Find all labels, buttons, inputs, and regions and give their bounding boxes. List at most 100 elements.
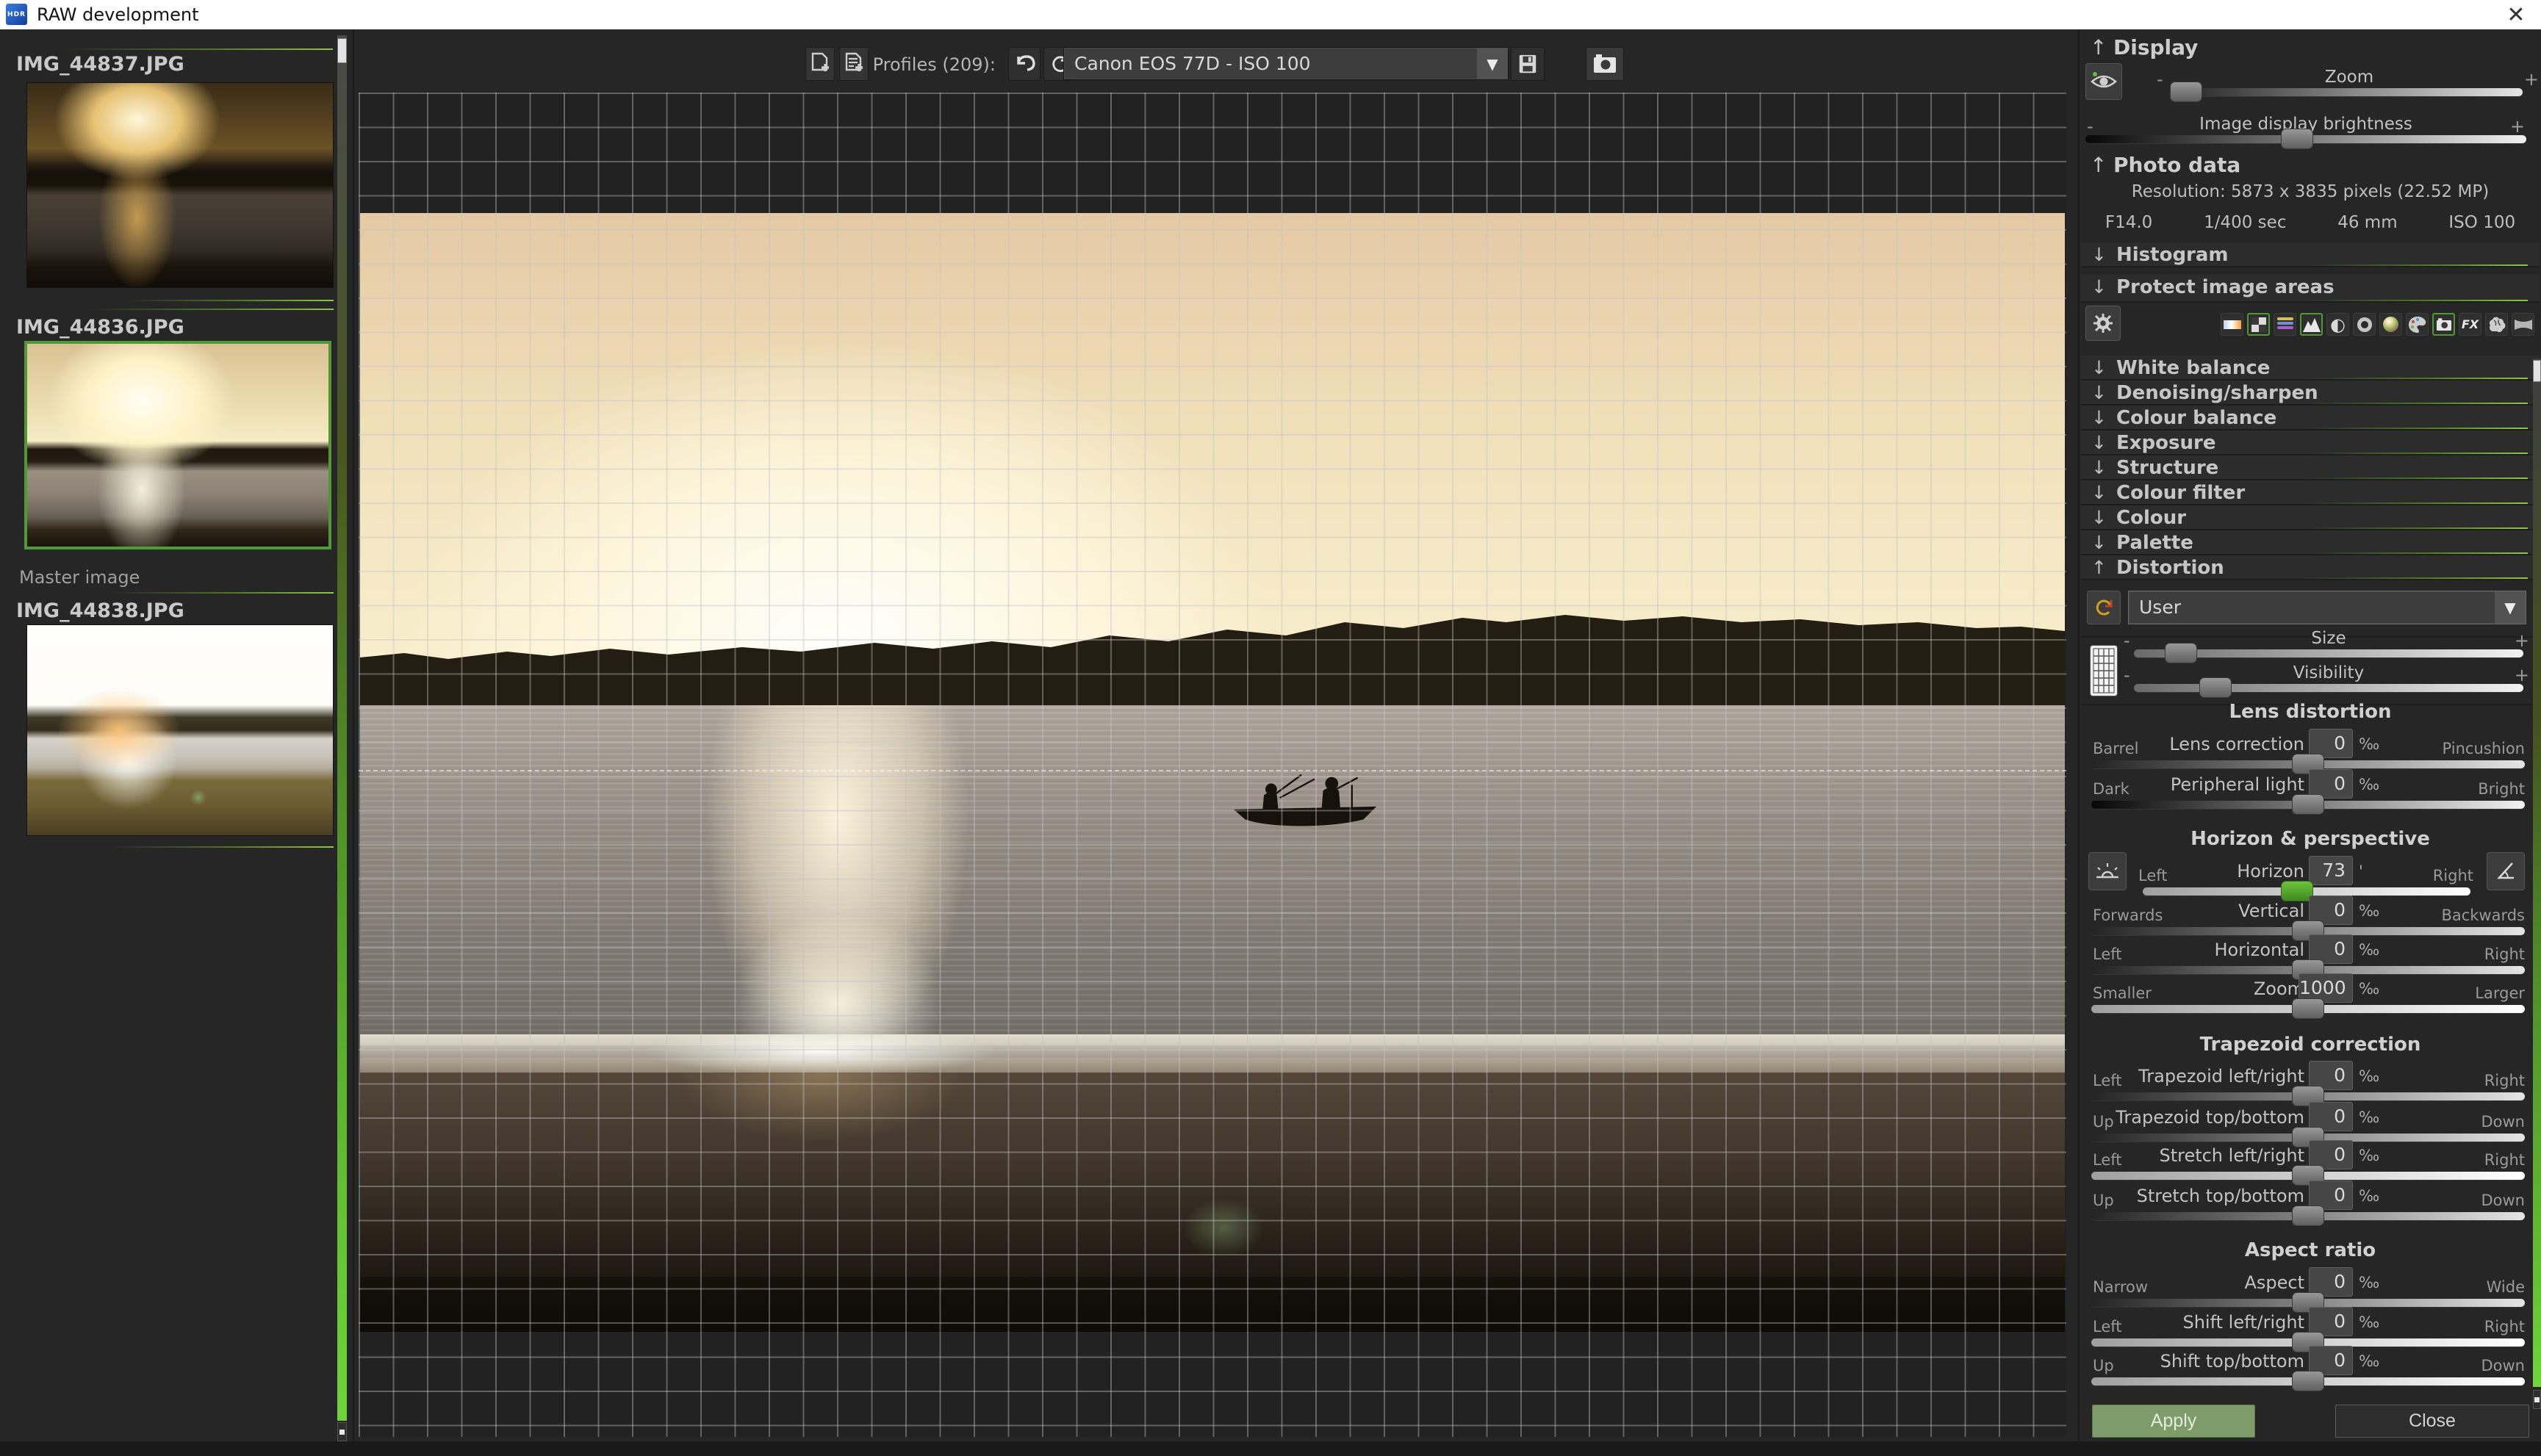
structure-tool-icon[interactable]: ◐ (2326, 313, 2349, 336)
add-profile-button[interactable] (805, 47, 835, 81)
shift-tb-track[interactable] (2091, 1377, 2525, 1385)
section-colour-filter[interactable]: ↓ Colour filter (2081, 480, 2540, 505)
denoise-tool-icon[interactable] (2247, 313, 2270, 336)
panorama-tool-icon[interactable] (2512, 313, 2534, 336)
peripheral-light-track[interactable] (2091, 801, 2525, 809)
shift-lr-track[interactable] (2091, 1338, 2525, 1347)
trapezoid-lr-track[interactable] (2091, 1092, 2525, 1100)
collapse-arrow-icon: ↑ (2090, 35, 2113, 60)
display-section-header[interactable]: ↑Display (2090, 35, 2198, 60)
separator (110, 846, 334, 848)
visibility-slider-thumb[interactable] (2199, 677, 2232, 698)
distortion-preset-select[interactable]: User ▼ (2128, 591, 2526, 624)
save-profile-button[interactable] (1511, 47, 1545, 81)
peripheral-light-thumb[interactable] (2292, 794, 2324, 815)
size-slider-track[interactable] (2134, 649, 2523, 657)
protect-areas-section-header[interactable]: ↓ Protect image areas (2081, 275, 2540, 303)
grid-preview-button[interactable] (2090, 645, 2118, 696)
horizon-auto-button[interactable] (2088, 852, 2127, 890)
lens-correction-track[interactable] (2091, 760, 2525, 768)
camera-icon (1592, 53, 1617, 75)
trapezoid-tb-track[interactable] (2091, 1134, 2525, 1142)
collapse-arrow-icon: ↓ (2091, 457, 2107, 478)
undo-profile-button[interactable] (1008, 47, 1041, 81)
add-profile-list-button[interactable] (839, 47, 869, 81)
window-close-button[interactable]: ✕ (2501, 1, 2531, 28)
horizon-angle-tool-button[interactable] (2487, 852, 2525, 890)
colour-filter-tool-icon[interactable] (2353, 313, 2376, 336)
ai-tool-icon[interactable] (2485, 313, 2508, 336)
panel-scroll-down-button[interactable] (2533, 1390, 2541, 1409)
palette-icon (2408, 316, 2427, 334)
zoom-plus[interactable]: + (2524, 69, 2539, 90)
image-preview-canvas[interactable] (359, 93, 2066, 1437)
zoom-slider-label: Zoom (2176, 68, 2523, 87)
section-distortion[interactable]: ↑ Distortion (2081, 555, 2540, 580)
vertical-track[interactable] (2091, 927, 2525, 935)
profile-select[interactable]: Canon EOS 77D - ISO 100 ▼ (1063, 47, 1509, 80)
section-exposure[interactable]: ↓ Exposure (2081, 430, 2540, 455)
perspective-zoom-track[interactable] (2091, 1005, 2525, 1013)
histogram-section-header[interactable]: ↓ Histogram (2081, 242, 2540, 267)
section-colour-balance[interactable]: ↓ Colour balance (2081, 406, 2540, 430)
apply-button[interactable]: Apply (2092, 1405, 2255, 1438)
distortion-tool-icon[interactable] (2432, 313, 2455, 336)
size-minus[interactable]: - (2124, 630, 2130, 651)
thumbnail-image-44838[interactable] (26, 624, 334, 836)
photo-data-section-header[interactable]: ↑Photo data (2090, 153, 2240, 177)
stretch-tb-track[interactable] (2091, 1212, 2525, 1220)
thumbnail-image-44837[interactable] (26, 82, 334, 288)
section-structure[interactable]: ↓ Structure (2081, 455, 2540, 480)
brightness-slider-track[interactable] (2085, 135, 2526, 143)
reset-distortion-button[interactable] (2087, 591, 2121, 624)
section-palette[interactable]: ↓ Palette (2081, 530, 2540, 555)
perspective-zoom-thumb[interactable] (2292, 998, 2324, 1019)
palette-tool-icon[interactable] (2406, 313, 2429, 336)
horizon-value[interactable]: 73 (2309, 856, 2353, 885)
size-plus[interactable]: + (2515, 630, 2529, 651)
denoise-icon (2251, 317, 2266, 332)
sidebar-scrollbar-thumb[interactable] (337, 38, 347, 63)
stretch-tb-thumb[interactable] (2292, 1205, 2324, 1226)
camera-button[interactable] (1586, 47, 1624, 81)
white-balance-tool-icon[interactable] (2221, 313, 2243, 336)
stretch-lr-track[interactable] (2091, 1172, 2525, 1180)
aspect-track[interactable] (2091, 1299, 2525, 1307)
preview-eye-button[interactable] (2085, 63, 2122, 100)
visibility-minus[interactable]: - (2124, 665, 2130, 685)
fx-tool-icon[interactable]: FX (2459, 313, 2481, 336)
section-colour[interactable]: ↓ Colour (2081, 505, 2540, 530)
zoom-minus[interactable]: - (2157, 69, 2163, 90)
zoom-slider-thumb[interactable] (2170, 82, 2202, 102)
panel-scrollbar-thumb[interactable] (2533, 360, 2541, 382)
visibility-slider-track[interactable] (2134, 684, 2523, 692)
brightness-plus[interactable]: + (2510, 116, 2525, 137)
colour-tool-icon[interactable] (2379, 313, 2402, 336)
settings-button[interactable] (2085, 306, 2121, 341)
close-button[interactable]: Close (2335, 1405, 2529, 1438)
shift-tb-thumb[interactable] (2292, 1371, 2324, 1391)
brightness-slider-row: - Image display brightness + (2085, 115, 2526, 150)
visibility-plus[interactable]: + (2515, 665, 2529, 685)
separator (2307, 378, 2528, 379)
colour-balance-tool-icon[interactable] (2274, 313, 2296, 336)
size-slider-thumb[interactable] (2165, 643, 2197, 663)
brightness-slider-thumb[interactable] (2281, 129, 2313, 149)
thumbnail-image-44836-master[interactable] (24, 341, 331, 549)
section-denoising-sharpen[interactable]: ↓ Denoising/sharpen (2081, 381, 2540, 406)
photo-treeline (360, 584, 2065, 705)
sidebar-scrollbar[interactable] (337, 35, 347, 1421)
exposure-tool-icon[interactable] (2300, 313, 2323, 336)
list-plus-icon (843, 52, 865, 76)
photo-surf (360, 1034, 2065, 1073)
horizon-track[interactable] (2143, 887, 2470, 895)
section-white-balance[interactable]: ↓ White balance (2081, 356, 2540, 381)
brain-icon (2488, 317, 2506, 333)
zoom-slider-track[interactable] (2176, 88, 2523, 96)
separator (125, 300, 334, 301)
thumbnail-filename: IMG_44836.JPG (16, 316, 184, 339)
iso-value: ISO 100 (2448, 213, 2515, 232)
sidebar-scroll-down-button[interactable] (337, 1422, 347, 1441)
horizon-thumb[interactable] (2281, 881, 2313, 901)
panel-scrollbar[interactable] (2533, 358, 2541, 1387)
